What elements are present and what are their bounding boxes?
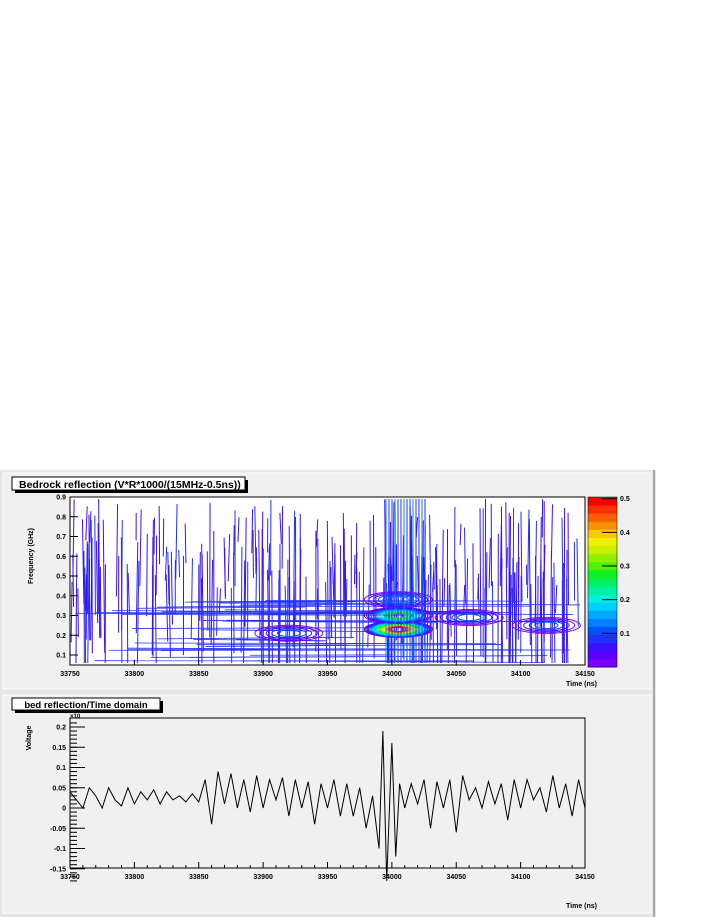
y-axis-label: Frequency (GHz) xyxy=(28,528,35,584)
colorbar-band xyxy=(588,553,617,563)
colorbar-tick-label: 0.5 xyxy=(620,496,630,503)
colorbar-band xyxy=(588,513,617,522)
colorbar-band xyxy=(588,602,617,611)
x-tick-label: 33950 xyxy=(318,671,338,678)
y-tick-label: 0.4 xyxy=(56,593,66,600)
y-tick-label: 0.2 xyxy=(56,633,66,640)
x-tick-label: 34000 xyxy=(382,874,402,881)
contour-line xyxy=(99,566,102,638)
colorbar-band xyxy=(588,642,617,652)
contour-line xyxy=(432,587,434,664)
contour-line xyxy=(288,526,291,609)
y-tick-label: 0.3 xyxy=(56,613,66,620)
y-tick-label: 0.9 xyxy=(56,495,66,502)
colorbar-band xyxy=(588,634,617,644)
y-tick-label: 0.2 xyxy=(56,725,66,732)
x-tick-label: 34100 xyxy=(511,874,531,881)
colorbar-band xyxy=(588,521,617,530)
y-tick-label: -0.15 xyxy=(50,866,66,873)
x-tick-label: 33800 xyxy=(125,874,145,881)
x-tick-label: 33950 xyxy=(318,874,338,881)
colorbar-tick-label: 0.4 xyxy=(620,530,630,537)
colorbar-band xyxy=(588,594,617,603)
x-tick-label: 34050 xyxy=(447,874,467,881)
colorbar-band xyxy=(588,537,617,547)
time-domain-title: bed reflection/Time domain xyxy=(24,700,148,711)
contour-line xyxy=(500,558,503,664)
colorbar-band xyxy=(588,586,617,595)
y-tick-label: -0.1 xyxy=(54,846,66,853)
x-tick-label: 33900 xyxy=(253,671,273,678)
contour-line xyxy=(491,581,494,664)
x-tick-label: 34050 xyxy=(447,671,467,678)
spectrogram-plot: 33750 33800 33850 33900 33950 34000 34050 34100… xyxy=(56,495,630,679)
y-tick-label: 0.05 xyxy=(52,785,66,792)
y-tick-label: 0.8 xyxy=(56,514,66,521)
spectrogram-title: Bedrock reflection (V*R*1000/(15MHz-0.5n… xyxy=(19,479,241,491)
x-tick-label: 34150 xyxy=(575,671,595,678)
contour-line xyxy=(84,567,87,664)
x-tick-label: 34150 xyxy=(575,874,595,881)
x-tick-label: 33750 xyxy=(60,671,80,678)
colorbar-band xyxy=(588,569,617,579)
x-tick-label: 33750 xyxy=(60,874,80,881)
contour-line xyxy=(146,533,148,617)
colorbar-band xyxy=(588,577,617,587)
x-tick-label: 34000 xyxy=(382,671,402,678)
y-tick-label: -0.05 xyxy=(50,826,66,833)
colorbar-band xyxy=(588,505,617,514)
x-tick-label: 33850 xyxy=(189,874,209,881)
contour-line xyxy=(535,555,537,664)
x-tick-label: 33900 xyxy=(253,874,273,881)
x-tick-label: 34100 xyxy=(511,671,531,678)
x-axis-label: Time (ns) xyxy=(566,681,597,688)
contour-line xyxy=(206,551,209,631)
root-canvas: 33750 33800 33850 33900 33950 34000 34050 34100… xyxy=(0,470,656,917)
colorbar-band xyxy=(588,529,617,538)
x-axis-label: Time (ns) xyxy=(566,903,597,910)
y-tick-label: 0.5 xyxy=(56,574,66,581)
x-tick-label: 33850 xyxy=(189,671,209,678)
contour-line xyxy=(511,557,514,664)
y-tick-label: 0 xyxy=(62,806,66,813)
contour-line xyxy=(94,515,96,615)
colorbar-band xyxy=(588,618,617,628)
contour-line xyxy=(224,547,226,597)
x-tick-label: 33800 xyxy=(125,671,145,678)
colorbar-tick-label: 0.3 xyxy=(620,564,630,571)
contour-line xyxy=(443,577,446,607)
y-tick-label: 0.1 xyxy=(56,653,66,660)
contour-line xyxy=(334,554,337,664)
colorbar-band xyxy=(588,650,617,660)
contour-line xyxy=(299,565,301,664)
colorbar-band xyxy=(588,658,617,668)
y-tick-label: 0.1 xyxy=(56,765,66,772)
contour-line xyxy=(372,514,375,659)
y-tick-label: 0.15 xyxy=(52,745,66,752)
colorbar-band xyxy=(588,610,617,619)
contour-line xyxy=(199,551,201,621)
y-axis-label: Voltage xyxy=(26,726,33,751)
y-tick-label: 0.7 xyxy=(56,534,66,541)
colorbar-band xyxy=(588,545,617,555)
y-tick-label: 0.6 xyxy=(56,554,66,561)
y-multiplier: ×10 xyxy=(70,714,81,720)
colorbar-tick-label: 0.2 xyxy=(620,597,630,604)
colorbar-tick-label: 0.1 xyxy=(620,631,630,638)
